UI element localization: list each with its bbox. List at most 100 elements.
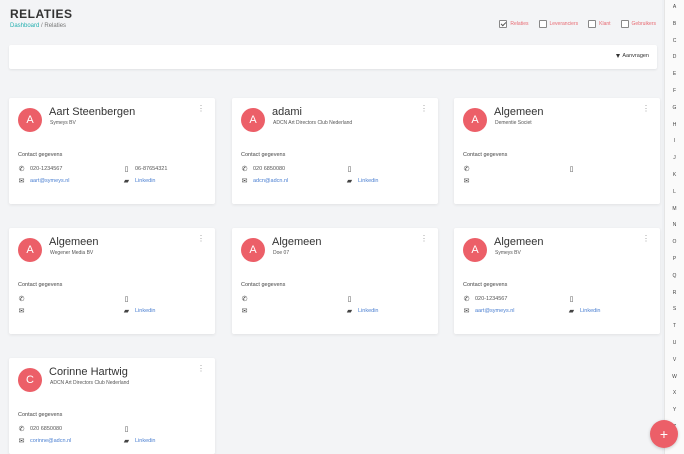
mobile-icon: ▯: [124, 166, 129, 173]
relation-card[interactable]: A adami ADCN Art Directors Club Nederlan…: [232, 98, 438, 204]
mobile-row: ▯: [123, 425, 135, 433]
linkedin-link[interactable]: Linkedin: [358, 308, 379, 314]
alphabet-letter-p[interactable]: P: [665, 256, 684, 262]
filter-label: Relaties: [510, 21, 529, 27]
checkbox-icon[interactable]: [538, 20, 547, 28]
email-row: ✉: [463, 177, 475, 185]
more-options-icon[interactable]: ⋮: [642, 235, 650, 243]
relation-card[interactable]: A Algemeen Doe 07 ⋮ Contact gegevens ✆ ✉…: [232, 228, 438, 334]
alphabet-letter-s[interactable]: S: [665, 306, 684, 312]
linkedin-icon: ▰: [346, 178, 353, 185]
phone-icon: ✆: [18, 426, 25, 433]
mobile-row: ▯: [346, 295, 358, 303]
contact-section-label: Contact gegevens: [18, 412, 63, 418]
more-options-icon[interactable]: ⋮: [420, 105, 428, 113]
alphabet-letter-a[interactable]: A: [665, 4, 684, 10]
alphabet-letter-q[interactable]: Q: [665, 273, 684, 279]
alphabet-letter-k[interactable]: K: [665, 172, 684, 178]
filter-leveranciers[interactable]: Leveranciers: [538, 20, 578, 28]
filter-label: Gebruikers: [631, 21, 656, 27]
breadcrumb: Dashboard / Relaties: [10, 23, 72, 29]
alphabet-letter-d[interactable]: D: [665, 54, 684, 60]
alphabet-letter-w[interactable]: W: [665, 374, 684, 380]
page-title: RELATIES: [10, 7, 73, 21]
alphabet-letter-l[interactable]: L: [665, 189, 684, 195]
alphabet-letter-n[interactable]: N: [665, 222, 684, 228]
sort-button[interactable]: Aanvragen: [616, 53, 649, 59]
phone-value: 020 6850080: [253, 166, 286, 172]
mobile-row: ▯ 06-87654321: [123, 165, 168, 173]
alphabet-letter-g[interactable]: G: [665, 105, 684, 111]
relation-card[interactable]: C Corinne Hartwig ADCN Art Directors Clu…: [9, 358, 215, 454]
linkedin-link[interactable]: Linkedin: [135, 178, 156, 184]
card-name: adami: [272, 106, 302, 118]
checkbox-icon[interactable]: [499, 20, 508, 28]
email-link[interactable]: corinne@adcn.nl: [30, 438, 71, 444]
relation-card[interactable]: A Aart Steenbergen Symeys BV ⋮ Contact g…: [9, 98, 215, 204]
checkbox-icon[interactable]: [620, 20, 629, 28]
alphabet-index: ABCDEFGHIJKLMNOPQRSTUVWXYZ: [664, 0, 684, 454]
alphabet-letter-u[interactable]: U: [665, 340, 684, 346]
breadcrumb-current: Relaties: [44, 23, 67, 29]
mobile-icon: ▯: [347, 296, 352, 303]
more-options-icon[interactable]: ⋮: [197, 105, 205, 113]
filter-klant[interactable]: Klant: [588, 20, 611, 28]
linkedin-row: ▰ Linkedin: [346, 307, 379, 315]
alphabet-letter-i[interactable]: I: [665, 138, 684, 144]
checkbox-icon[interactable]: [588, 20, 597, 28]
alphabet-letter-f[interactable]: F: [665, 88, 684, 94]
mobile-row: ▯: [123, 295, 135, 303]
more-options-icon[interactable]: ⋮: [642, 105, 650, 113]
contact-section-label: Contact gegevens: [241, 282, 286, 288]
alphabet-letter-b[interactable]: B: [665, 21, 684, 27]
linkedin-icon: ▰: [123, 308, 130, 315]
alphabet-letter-r[interactable]: R: [665, 290, 684, 296]
relation-card[interactable]: A Algemeen Dementie Societ ⋮ Contact geg…: [454, 98, 660, 204]
more-options-icon[interactable]: ⋮: [197, 365, 205, 373]
alphabet-letter-m[interactable]: M: [665, 206, 684, 212]
mobile-icon: ▯: [347, 166, 352, 173]
relation-card[interactable]: A Algemeen Wegener Media BV ⋮ Contact ge…: [9, 228, 215, 334]
email-row: ✉: [241, 307, 253, 315]
alphabet-letter-c[interactable]: C: [665, 38, 684, 44]
linkedin-icon: ▰: [568, 308, 575, 315]
avatar: C: [18, 368, 42, 392]
breadcrumb-home-link[interactable]: Dashboard: [10, 23, 39, 29]
avatar: A: [18, 238, 42, 262]
alphabet-letter-x[interactable]: X: [665, 390, 684, 396]
alphabet-letter-o[interactable]: O: [665, 239, 684, 245]
more-options-icon[interactable]: ⋮: [420, 235, 428, 243]
linkedin-link[interactable]: Linkedin: [358, 178, 379, 184]
alphabet-letter-v[interactable]: V: [665, 357, 684, 363]
email-icon: ✉: [18, 438, 25, 445]
email-link[interactable]: adcn@adcn.nl: [253, 178, 288, 184]
alphabet-letter-y[interactable]: Y: [665, 407, 684, 413]
mobile-icon: ▯: [124, 296, 129, 303]
filter-gebruikers[interactable]: Gebruikers: [620, 20, 656, 28]
linkedin-link[interactable]: Linkedin: [135, 438, 156, 444]
alphabet-letter-h[interactable]: H: [665, 122, 684, 128]
linkedin-link[interactable]: Linkedin: [580, 308, 601, 314]
phone-value: 020-1234567: [475, 296, 508, 302]
more-options-icon[interactable]: ⋮: [197, 235, 205, 243]
card-organization: ADCN Art Directors Club Nederland: [50, 380, 130, 386]
avatar: A: [463, 108, 487, 132]
linkedin-row: ▰ Linkedin: [568, 307, 601, 315]
filter-relaties[interactable]: Relaties: [499, 20, 529, 28]
add-relation-button[interactable]: +: [650, 420, 678, 448]
linkedin-link[interactable]: Linkedin: [135, 308, 156, 314]
phone-icon: ✆: [18, 166, 25, 173]
contact-section-label: Contact gegevens: [463, 282, 508, 288]
email-row: ✉ aart@symeys.nl: [463, 307, 515, 315]
relation-card[interactable]: A Algemeen Symeys BV ⋮ Contact gegevens …: [454, 228, 660, 334]
alphabet-letter-j[interactable]: J: [665, 155, 684, 161]
email-row: ✉ aart@symeys.nl: [18, 177, 70, 185]
email-link[interactable]: aart@symeys.nl: [30, 178, 70, 184]
linkedin-row: ▰ Linkedin: [123, 177, 156, 185]
card-organization: Wegener Media BV: [50, 250, 94, 256]
alphabet-letter-e[interactable]: E: [665, 71, 684, 77]
search-bar[interactable]: Aanvragen: [9, 45, 657, 69]
linkedin-row: ▰ Linkedin: [123, 437, 156, 445]
alphabet-letter-t[interactable]: T: [665, 323, 684, 329]
email-link[interactable]: aart@symeys.nl: [475, 308, 515, 314]
